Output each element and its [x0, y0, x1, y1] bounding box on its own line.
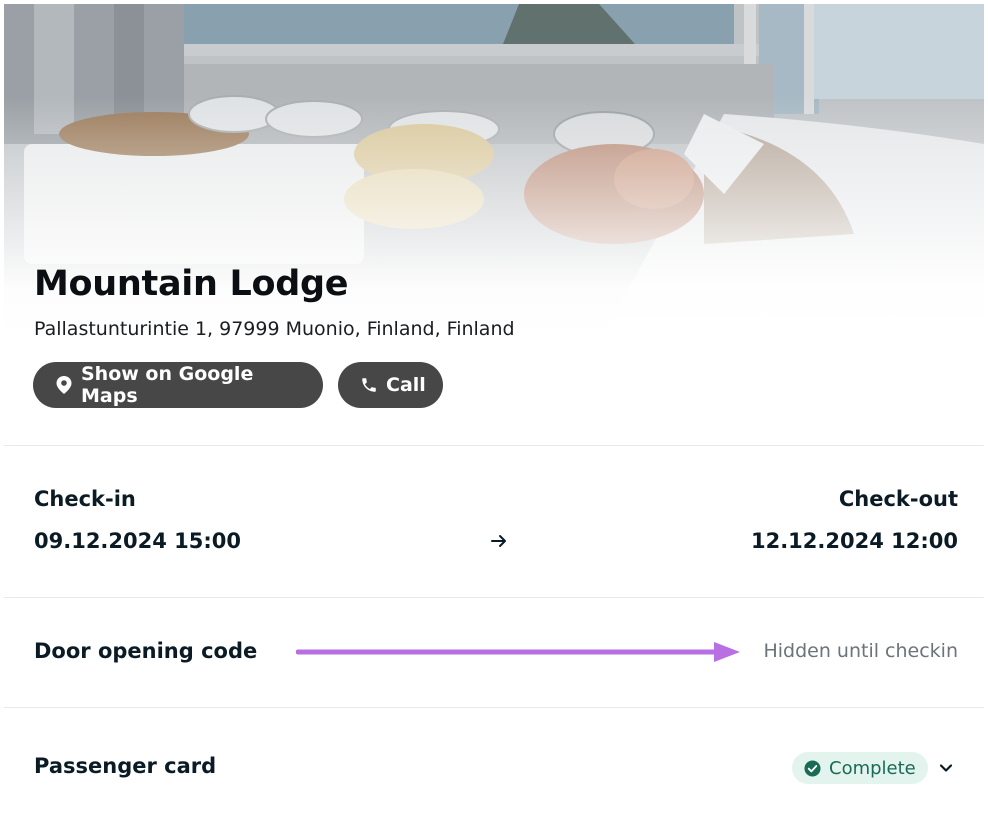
chevron-down-icon[interactable] — [936, 758, 956, 778]
property-address: Pallastunturintie 1, 97999 Muonio, Finla… — [34, 318, 515, 340]
passenger-card-label: Passenger card — [34, 754, 217, 778]
door-code-value: Hidden until checkin — [763, 640, 958, 662]
arrow-right-icon — [491, 535, 506, 547]
call-button[interactable]: Call — [338, 362, 443, 408]
call-label: Call — [386, 374, 426, 396]
status-badge: Complete — [792, 752, 928, 784]
show-on-google-maps-button[interactable]: Show on Google Maps — [33, 362, 323, 408]
divider — [4, 707, 984, 708]
property-title: Mountain Lodge — [34, 264, 349, 304]
divider — [4, 445, 984, 446]
map-pin-icon — [56, 376, 72, 394]
checkout-label: Check-out — [838, 487, 958, 511]
checkout-value: 12.12.2024 12:00 — [750, 529, 958, 553]
annotation-arrow — [296, 642, 740, 662]
show-on-google-maps-label: Show on Google Maps — [81, 363, 254, 407]
checkin-label: Check-in — [34, 487, 136, 511]
divider — [4, 597, 984, 598]
phone-icon — [362, 378, 376, 392]
checkin-value: 09.12.2024 15:00 — [34, 529, 242, 553]
door-code-label: Door opening code — [34, 639, 258, 663]
status-badge-label: Complete — [829, 757, 916, 779]
check-circle-icon — [804, 759, 821, 777]
